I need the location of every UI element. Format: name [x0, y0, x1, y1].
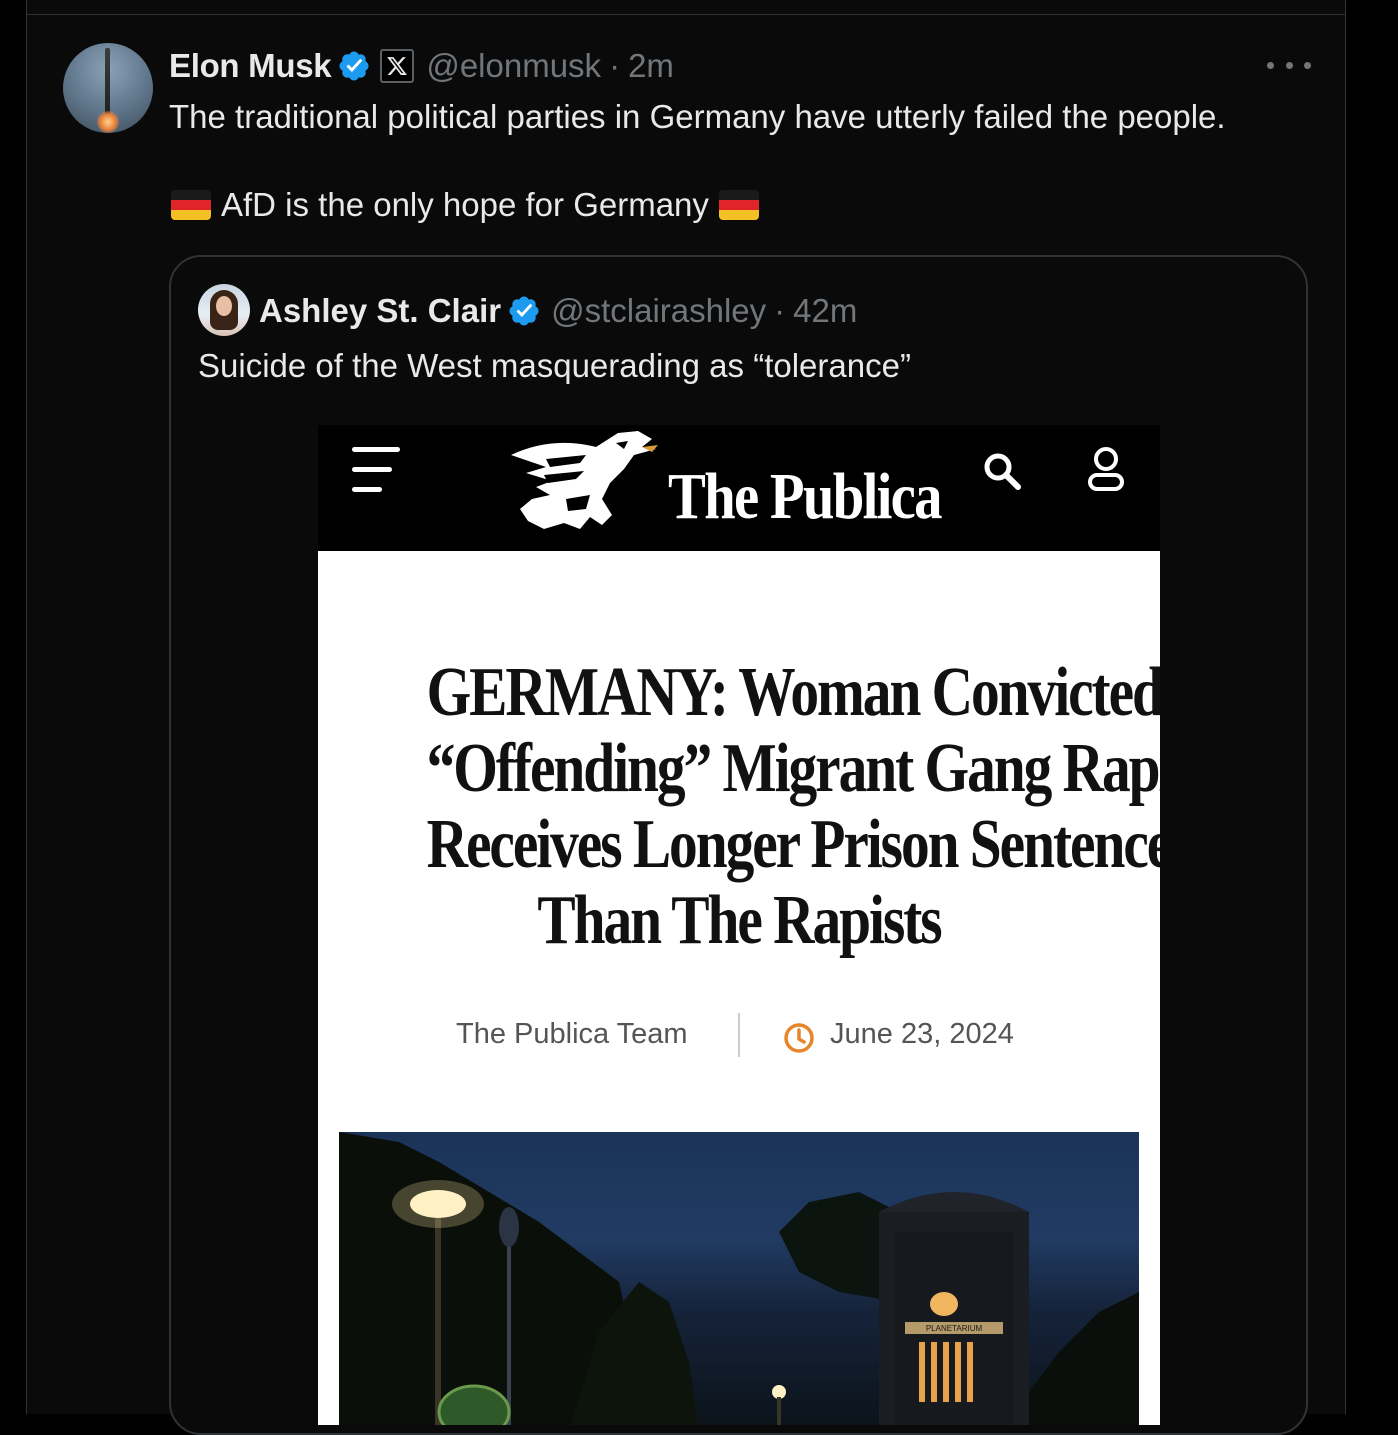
- attached-article-image[interactable]: The Publica GERMANY: Woman Convicted Of …: [318, 425, 1160, 1425]
- night-scene-graphic: PLANETARIUM: [339, 1132, 1139, 1425]
- photo-sign-text: PLANETARIUM: [926, 1324, 983, 1333]
- tweet-time[interactable]: 2m: [628, 47, 674, 85]
- verified-badge-icon: [509, 296, 539, 326]
- headline-line: GERMANY: Woman Convicted Of: [426, 654, 1160, 731]
- article-byline: The Publica Team June 23, 2024: [318, 1013, 1160, 1063]
- separator: ·: [609, 47, 621, 84]
- clock-icon: [784, 1023, 814, 1053]
- author-name[interactable]: Elon Musk: [169, 47, 332, 85]
- x-affiliate-badge-icon[interactable]: [380, 49, 415, 83]
- timeline-column: Elon Musk @elonmusk · 2m The traditional…: [26, 0, 1346, 1435]
- article-site-header: The Publica: [318, 425, 1160, 551]
- quoted-author-handle[interactable]: @stclairashley: [551, 292, 766, 330]
- griffin-logo-icon: [511, 431, 658, 529]
- headline-line: Than The Rapists: [537, 882, 942, 959]
- article-headline: GERMANY: Woman Convicted Of “Offending” …: [358, 654, 1160, 959]
- germany-flag-icon: [171, 190, 211, 220]
- divider: [738, 1013, 740, 1057]
- tweet-text-line2: AfD is the only hope for Germany: [169, 186, 769, 224]
- tweet-text-line1: The traditional political parties in Ger…: [169, 98, 1226, 135]
- author-avatar[interactable]: [63, 43, 153, 133]
- article-photo: PLANETARIUM: [339, 1132, 1139, 1425]
- quoted-tweet-text: Suicide of the West masquerading as “tol…: [198, 347, 911, 384]
- site-logo-text: The Publica: [668, 460, 943, 533]
- article-author: The Publica Team: [456, 1018, 688, 1050]
- quoted-tweet-header: Ashley St. Clair @stclairashley · 42m: [259, 289, 857, 333]
- quoted-author-avatar[interactable]: [198, 284, 250, 336]
- tweet-header: Elon Musk @elonmusk · 2m: [169, 44, 674, 88]
- menu-icon: [352, 445, 402, 495]
- more-options-icon[interactable]: [1267, 50, 1311, 80]
- quoted-tweet-card[interactable]: Ashley St. Clair @stclairashley · 42m Su…: [169, 255, 1308, 1435]
- user-icon: [1088, 447, 1124, 491]
- quoted-tweet-time[interactable]: 42m: [793, 292, 857, 330]
- avatar-rocket-graphic: [105, 48, 110, 118]
- separator: ·: [774, 292, 786, 329]
- headline-line: Receives Longer Prison Sentence: [426, 806, 1160, 883]
- verified-badge-icon[interactable]: [337, 49, 371, 83]
- avatar-flame-graphic: [97, 111, 119, 133]
- search-icon: [984, 453, 1021, 490]
- article-date: June 23, 2024: [830, 1018, 1014, 1050]
- headline-line: “Offending” Migrant Gang Rapists: [426, 730, 1160, 807]
- tweet-text-line2-label: AfD is the only hope for Germany: [221, 186, 709, 223]
- divider: [27, 14, 1345, 15]
- quoted-author-name[interactable]: Ashley St. Clair: [259, 292, 501, 330]
- germany-flag-icon: [718, 190, 759, 220]
- author-handle[interactable]: @elonmusk: [426, 47, 601, 85]
